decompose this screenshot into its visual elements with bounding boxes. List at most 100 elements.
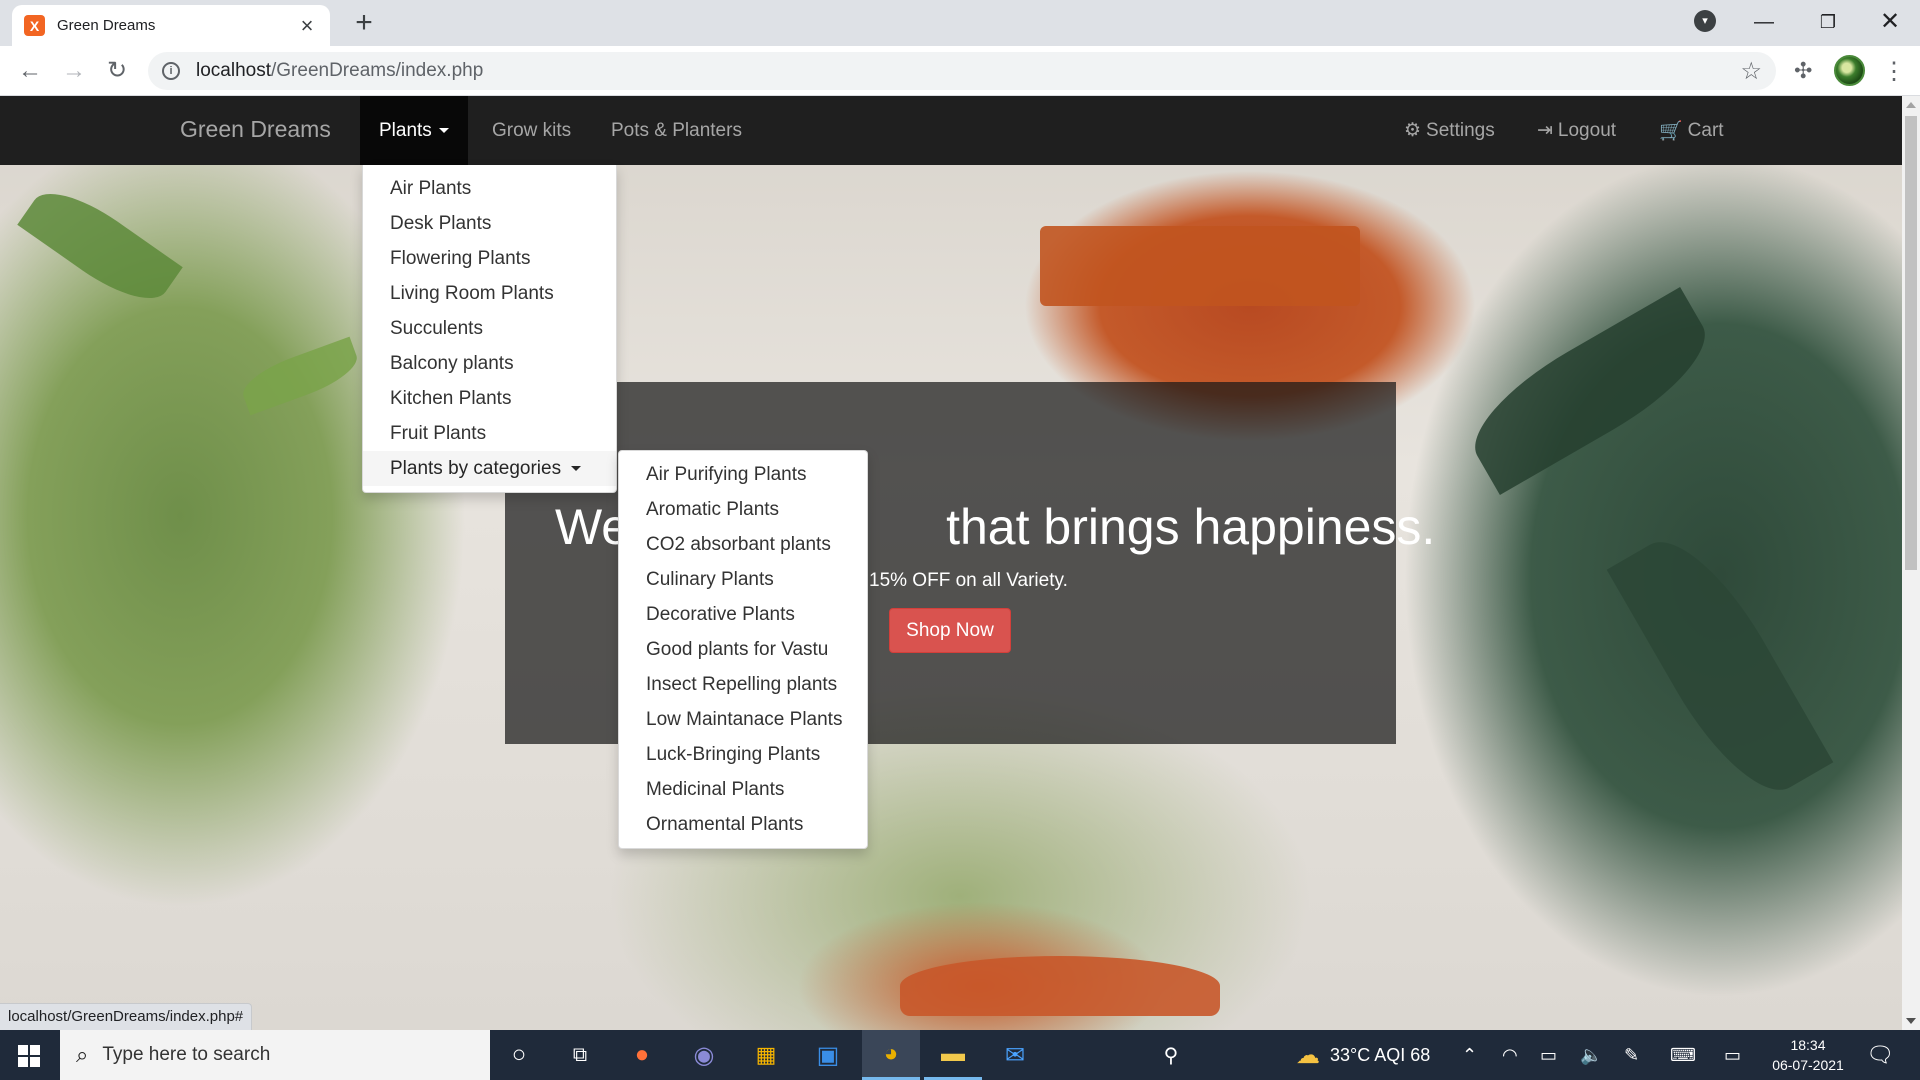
- menu-item-succulents[interactable]: Succulents: [363, 311, 616, 346]
- taskbar-clock[interactable]: 18:34 06-07-2021: [1768, 1035, 1848, 1075]
- submenu-item-vastu[interactable]: Good plants for Vastu: [619, 632, 867, 667]
- menu-item-desk-plants[interactable]: Desk Plants: [363, 206, 616, 241]
- windows-start-icon[interactable]: [18, 1045, 40, 1067]
- close-tab-icon[interactable]: ×: [296, 14, 318, 37]
- volume-icon[interactable]: 🔈: [1580, 1030, 1602, 1080]
- eclipse-icon[interactable]: ◉: [675, 1030, 733, 1080]
- display-icon[interactable]: ▭: [1724, 1030, 1741, 1080]
- taskbar-search-placeholder: Type here to search: [102, 1044, 271, 1065]
- tab-title: Green Dreams: [57, 17, 156, 34]
- pen-icon[interactable]: ✎: [1624, 1030, 1639, 1080]
- extensions-puzzle-icon[interactable]: ✣: [1794, 58, 1812, 84]
- new-tab-icon[interactable]: +: [350, 8, 378, 38]
- menu-item-air-plants[interactable]: Air Plants: [363, 171, 616, 206]
- shop-now-button[interactable]: Shop Now: [889, 608, 1011, 653]
- categories-submenu: Air Purifying Plants Aromatic Plants CO2…: [618, 450, 868, 849]
- restore-icon[interactable]: ❐: [1806, 6, 1850, 38]
- nav-logout[interactable]: ⇥ Logout: [1518, 96, 1635, 165]
- browser-tab[interactable]: X Green Dreams ×: [12, 5, 330, 46]
- submenu-item-low-maintenance[interactable]: Low Maintanace Plants: [619, 702, 867, 737]
- weather-widget[interactable]: ☁ 33°C AQI 68: [1296, 1030, 1430, 1080]
- chrome-icon[interactable]: ◕: [862, 1030, 920, 1080]
- forward-icon[interactable]: →: [60, 57, 88, 85]
- submenu-item-luck-bringing[interactable]: Luck-Bringing Plants: [619, 737, 867, 772]
- site-info-icon[interactable]: i: [162, 62, 180, 80]
- scroll-down-arrow-icon[interactable]: [1906, 1018, 1916, 1024]
- cortana-icon[interactable]: ○: [490, 1030, 548, 1080]
- plants-dropdown-menu: Air Plants Desk Plants Flowering Plants …: [362, 165, 617, 493]
- caret-down-icon: [438, 128, 449, 133]
- tab-search-icon[interactable]: ▾: [1694, 10, 1716, 32]
- touch-keyboard-icon[interactable]: ⌨: [1670, 1030, 1696, 1080]
- back-icon[interactable]: ←: [16, 57, 44, 85]
- battery-icon[interactable]: ▭: [1540, 1030, 1557, 1080]
- submenu-item-co2-absorbant[interactable]: CO2 absorbant plants: [619, 527, 867, 562]
- nav-pots-planters[interactable]: Pots & Planters: [592, 96, 761, 165]
- submenu-item-air-purifying[interactable]: Air Purifying Plants: [619, 457, 867, 492]
- nav-settings[interactable]: ⚙ Settings: [1385, 96, 1514, 165]
- nav-grow-kits[interactable]: Grow kits: [473, 96, 590, 165]
- menu-item-plants-by-categories[interactable]: Plants by categories: [363, 451, 616, 486]
- taskbar-search-box[interactable]: ⌕ Type here to search: [60, 1030, 490, 1080]
- site-favicon-icon: X: [24, 15, 45, 36]
- reload-icon[interactable]: ↻: [103, 57, 131, 85]
- weather-sun-cloud-icon: ☁: [1296, 1041, 1320, 1069]
- windows-taskbar: ⌕ Type here to search ○ ⧉ ● ◉ ▦ ▣ ◕ ▬ ✉ …: [0, 1030, 1920, 1080]
- task-view-icon[interactable]: ⧉: [551, 1030, 609, 1080]
- store-icon[interactable]: ▦: [737, 1030, 795, 1080]
- nav-plants-label: Plants: [379, 119, 432, 141]
- url-path: /GreenDreams/index.php: [271, 60, 484, 81]
- browser-tab-strip: X Green Dreams × + ▾ — ❐ ✕: [0, 0, 1920, 46]
- planter-decoration: [1040, 226, 1360, 306]
- url-host: localhost: [196, 60, 271, 81]
- bookmark-star-icon[interactable]: ☆: [1740, 57, 1762, 86]
- menu-item-balcony-plants[interactable]: Balcony plants: [363, 346, 616, 381]
- url-text[interactable]: localhost/GreenDreams/index.php: [196, 60, 1740, 82]
- notifications-icon[interactable]: 🗨: [1866, 1042, 1894, 1068]
- hero-headline-end: that brings happiness.: [946, 499, 1436, 555]
- link-status-bubble: localhost/GreenDreams/index.php#: [0, 1003, 253, 1030]
- nav-plants-dropdown[interactable]: Plants: [360, 96, 468, 165]
- menu-item-kitchen-plants[interactable]: Kitchen Plants: [363, 381, 616, 416]
- page-viewport: Green Dreams Plants Grow kits Pots & Pla…: [0, 96, 1902, 1030]
- hero-subline: 15% OFF on all Variety.: [869, 570, 1068, 591]
- submenu-item-culinary[interactable]: Culinary Plants: [619, 562, 867, 597]
- show-hidden-icons-icon[interactable]: ⌃: [1462, 1030, 1477, 1080]
- submenu-item-aromatic[interactable]: Aromatic Plants: [619, 492, 867, 527]
- search-icon: ⌕: [76, 1042, 89, 1067]
- planter-decoration: [900, 956, 1220, 1016]
- profile-avatar[interactable]: [1834, 55, 1865, 86]
- submenu-item-decorative[interactable]: Decorative Plants: [619, 597, 867, 632]
- mail-icon[interactable]: ✉: [986, 1030, 1044, 1080]
- page-scrollbar[interactable]: [1902, 96, 1920, 1030]
- clock-date: 06-07-2021: [1772, 1057, 1844, 1073]
- logout-icon: ⇥: [1537, 120, 1553, 141]
- cart-icon: 🛒: [1659, 120, 1683, 142]
- menu-item-fruit-plants[interactable]: Fruit Plants: [363, 416, 616, 451]
- scroll-up-arrow-icon[interactable]: [1906, 102, 1916, 108]
- clock-time: 18:34: [1790, 1037, 1826, 1053]
- submenu-item-ornamental[interactable]: Ornamental Plants: [619, 807, 867, 842]
- browser-menu-icon[interactable]: ⋮: [1882, 57, 1906, 86]
- site-navbar: Green Dreams Plants Grow kits Pots & Pla…: [0, 96, 1902, 165]
- photos-icon[interactable]: ▣: [799, 1030, 857, 1080]
- file-explorer-icon[interactable]: ▬: [924, 1030, 982, 1080]
- menu-item-living-room-plants[interactable]: Living Room Plants: [363, 276, 616, 311]
- address-bar[interactable]: i localhost/GreenDreams/index.php ☆: [148, 52, 1776, 90]
- close-window-icon[interactable]: ✕: [1868, 6, 1912, 38]
- firefox-icon[interactable]: ●: [613, 1030, 671, 1080]
- submenu-item-insect-repelling[interactable]: Insect Repelling plants: [619, 667, 867, 702]
- nav-logout-label: Logout: [1557, 119, 1617, 141]
- plants-by-categories-label: Plants by categories: [390, 458, 562, 479]
- menu-item-flowering-plants[interactable]: Flowering Plants: [363, 241, 616, 276]
- browser-toolbar: ← → ↻ i localhost/GreenDreams/index.php …: [0, 46, 1920, 96]
- scrollbar-thumb[interactable]: [1905, 116, 1917, 570]
- foliage-decoration: [1606, 519, 1834, 813]
- network-icon[interactable]: ◠: [1502, 1030, 1518, 1080]
- gear-icon: ⚙: [1404, 120, 1422, 141]
- nav-cart[interactable]: 🛒 Cart: [1640, 96, 1743, 165]
- minimize-icon[interactable]: —: [1742, 6, 1786, 38]
- people-icon[interactable]: ⚲: [1142, 1030, 1200, 1080]
- submenu-item-medicinal[interactable]: Medicinal Plants: [619, 772, 867, 807]
- brand-link[interactable]: Green Dreams: [180, 116, 331, 143]
